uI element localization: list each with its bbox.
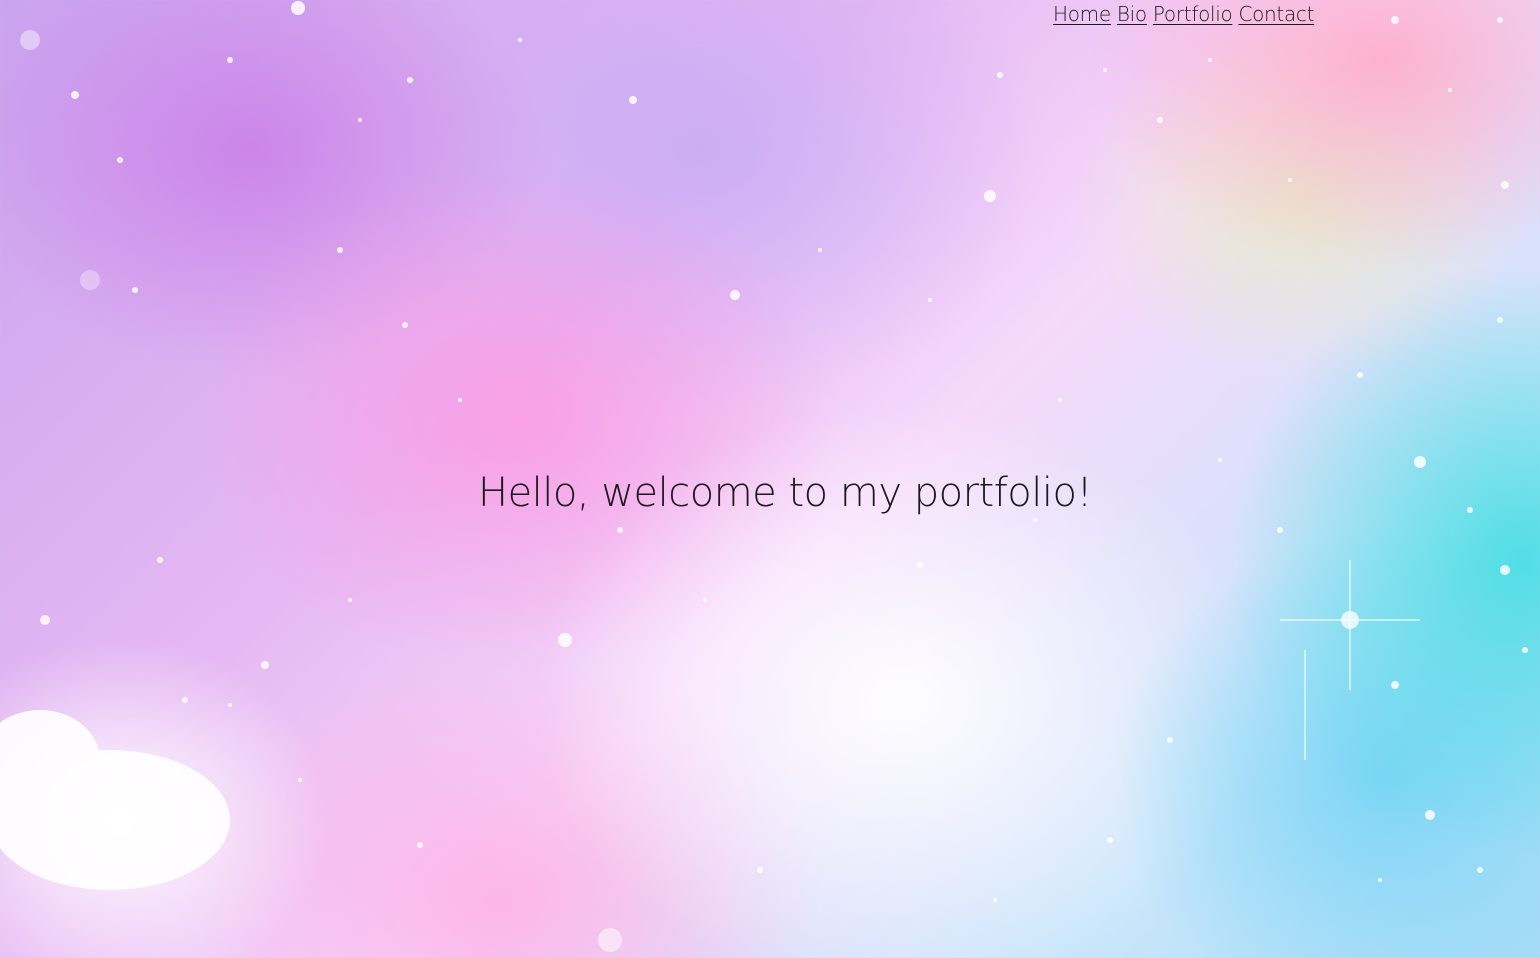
nav-link-home[interactable]: Home [1053,2,1111,26]
nav-link-portfolio[interactable]: Portfolio [1153,2,1233,26]
nav-link-bio[interactable]: Bio [1117,2,1147,26]
nav-link-contact[interactable]: Contact [1238,2,1314,26]
hero-heading: Hello, welcome to my portfolio! [477,470,1093,516]
main-nav: Home Bio Portfolio Contact [1053,2,1314,26]
